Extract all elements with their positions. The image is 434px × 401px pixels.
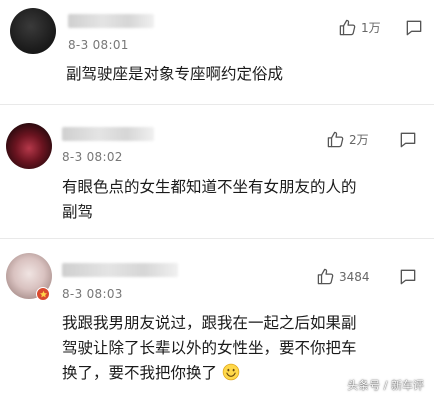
username-blurred[interactable] <box>62 127 154 141</box>
like-count: 2万 <box>349 133 369 147</box>
comment-item: 8-3 08:02 2万 有眼色点的女生都知道不坐有女朋友的人的 副驾 <box>0 105 434 237</box>
comment-text: 有眼色点的女生都知道不坐有女朋友的人的 副驾 <box>62 175 357 225</box>
comment-text-line: 换了，要不我把你换了 <box>62 361 357 386</box>
like-count: 1万 <box>361 21 381 35</box>
thumbs-up-icon <box>339 19 356 36</box>
comment-time: 8-3 08:01 <box>68 38 129 52</box>
comment-text-line: 我跟我男朋友说过，跟我在一起之后如果副 <box>62 314 357 332</box>
comment-text: 副驾驶座是对象专座啊约定俗成 <box>66 65 284 83</box>
avatar[interactable] <box>10 8 56 54</box>
smile-emoji-icon <box>222 363 240 381</box>
username-blurred[interactable] <box>68 14 154 28</box>
comment-text-segment: 换了，要不我把你换了 <box>62 364 218 382</box>
reply-icon[interactable] <box>398 130 418 150</box>
comment-text-line: 驾驶让除了长辈以外的女性坐，要不你把车 <box>62 339 357 357</box>
comment-text-line: 副驾 <box>62 203 94 221</box>
comment-text: 我跟我男朋友说过，跟我在一起之后如果副 驾驶让除了长辈以外的女性坐，要不你把车 … <box>62 311 357 386</box>
watermark: 头条号 / 新车评 <box>347 379 424 392</box>
comment-list: 8-3 08:01 1万 副驾驶座是对象专座啊约定俗成 8-3 08:02 2万 <box>0 0 434 401</box>
like-count: 3484 <box>339 269 370 284</box>
comment-text-line: 有眼色点的女生都知道不坐有女朋友的人的 <box>62 178 357 196</box>
like-button[interactable]: 2万 <box>326 130 369 149</box>
badge-icon <box>36 287 50 301</box>
thumbs-up-icon <box>317 268 334 285</box>
comment-time: 8-3 08:02 <box>62 150 123 164</box>
comment-item: 8-3 08:01 1万 副驾驶座是对象专座啊约定俗成 <box>0 0 434 104</box>
comment-time: 8-3 08:03 <box>62 287 123 301</box>
like-button[interactable]: 1万 <box>338 18 381 37</box>
thumbs-up-icon <box>327 131 344 148</box>
reply-icon[interactable] <box>404 18 424 38</box>
reply-icon[interactable] <box>398 267 418 287</box>
avatar[interactable] <box>6 123 52 169</box>
username-blurred[interactable] <box>62 263 178 277</box>
like-button[interactable]: 3484 <box>316 267 370 286</box>
